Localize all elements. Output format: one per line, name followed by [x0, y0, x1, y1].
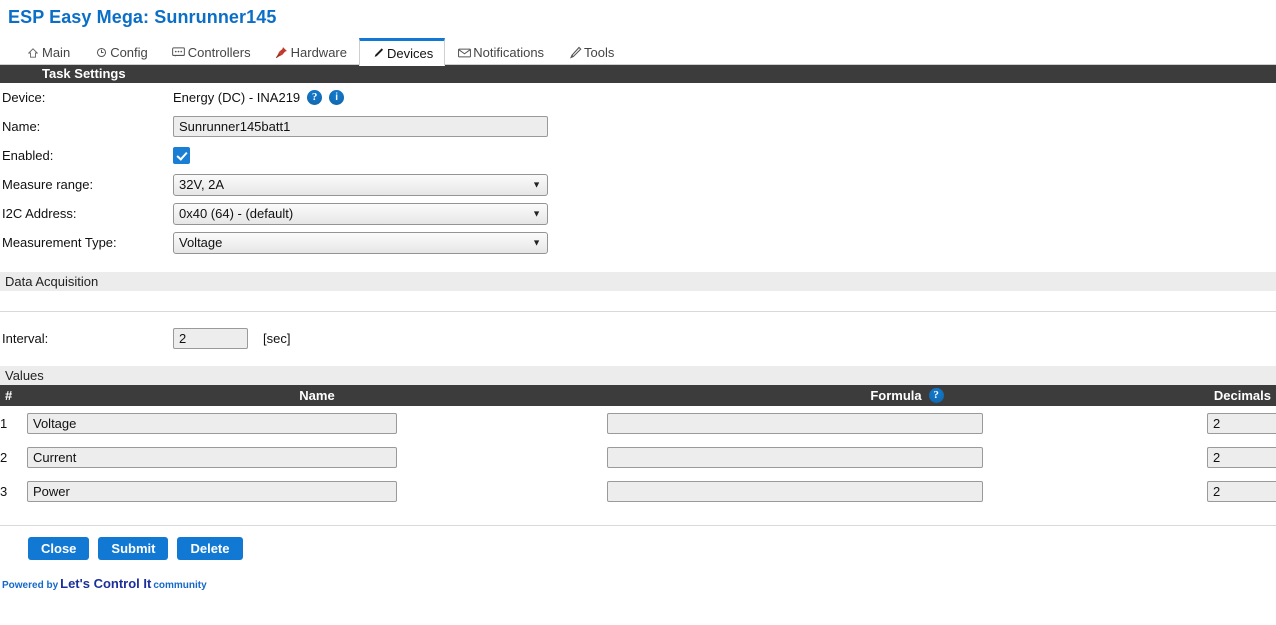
tab-devices-label: Devices: [386, 45, 434, 61]
i2c-address-value: 0x40 (64) - (default): [179, 206, 294, 221]
value-decimals-input[interactable]: [1207, 480, 1276, 502]
task-settings-section-header: Task Settings: [0, 65, 1276, 83]
chevron-down-icon: ▼: [532, 179, 541, 189]
measurement-type-value: Voltage: [179, 235, 223, 250]
name-row: Name:: [0, 112, 1276, 141]
chevron-down-icon: ▼: [532, 208, 541, 218]
measure-range-row: Measure range: 32V, 2A ▼: [0, 170, 1276, 199]
tab-tools-label: Tools: [584, 45, 615, 60]
footer-powered-by: Powered by: [2, 580, 59, 591]
row-number: 2: [0, 449, 8, 465]
interval-label: Interval:: [2, 331, 49, 346]
device-row: Device: Energy (DC) - INA219 ? i: [0, 83, 1276, 112]
measurement-type-select[interactable]: Voltage ▼: [173, 231, 548, 254]
column-header-formula: Formula ?: [607, 385, 1207, 406]
measure-range-value: 32V, 2A: [179, 177, 225, 192]
column-header-formula-label: Formula: [870, 388, 922, 403]
enabled-row: Enabled:: [0, 141, 1276, 170]
column-header-number: #: [0, 385, 27, 406]
enabled-label: Enabled:: [2, 148, 54, 163]
measure-range-select[interactable]: 32V, 2A ▼: [173, 173, 548, 196]
chat-box-icon: [172, 46, 186, 59]
name-input[interactable]: [173, 116, 548, 137]
envelope-icon: [457, 46, 471, 59]
value-formula-input[interactable]: [607, 480, 983, 502]
tab-devices[interactable]: Devices: [358, 38, 446, 66]
value-name-input[interactable]: [27, 412, 397, 434]
column-header-decimals: Decimals: [1207, 385, 1276, 406]
tab-config[interactable]: Config: [82, 39, 160, 65]
measurement-type-label: Measurement Type:: [2, 235, 117, 250]
tab-tools[interactable]: Tools: [556, 39, 626, 65]
i2c-address-label: I2C Address:: [2, 206, 77, 221]
pushpin-icon: [275, 46, 289, 59]
i2c-address-select[interactable]: 0x40 (64) - (default) ▼: [173, 202, 548, 225]
table-row: 1: [0, 406, 1276, 440]
delete-button[interactable]: Delete: [177, 537, 243, 560]
wrench-pen-icon: [568, 46, 582, 59]
main-navigation-tabs: Main Config Controllers Hardware Devices: [0, 38, 1276, 66]
value-decimals-input[interactable]: [1207, 412, 1276, 434]
formula-help-icon[interactable]: ?: [928, 388, 944, 403]
data-acquisition-section-header: Data Acquisition: [0, 272, 1276, 291]
tab-hardware[interactable]: Hardware: [263, 39, 359, 65]
value-decimals-input[interactable]: [1207, 446, 1276, 468]
tab-main[interactable]: Main: [14, 39, 82, 65]
close-button[interactable]: Close: [28, 537, 90, 560]
page-title: ESP Easy Mega: Sunrunner145: [8, 7, 277, 27]
table-row: 3: [0, 474, 1276, 508]
form-actions: Close Submit Delete: [0, 526, 1276, 560]
footer-community: community: [153, 580, 207, 591]
gear-icon: [94, 46, 108, 59]
tab-controllers-label: Controllers: [187, 45, 251, 60]
interval-unit: [sec]: [263, 331, 291, 346]
values-section-header: Values: [0, 366, 1276, 385]
tab-config-label: Config: [110, 45, 148, 60]
footer: Powered by Let's Control It community: [0, 560, 1276, 591]
device-info-icon[interactable]: i: [329, 90, 345, 105]
measure-range-label: Measure range:: [2, 177, 94, 192]
row-number: 1: [0, 415, 8, 431]
footer-brand-link[interactable]: Let's Control It: [60, 576, 151, 591]
tab-hardware-label: Hardware: [290, 45, 347, 60]
chevron-down-icon: ▼: [532, 237, 541, 247]
i2c-address-row: I2C Address: 0x40 (64) - (default) ▼: [0, 199, 1276, 228]
submit-button[interactable]: Submit: [98, 537, 169, 560]
tab-controllers[interactable]: Controllers: [160, 39, 263, 65]
pen-icon: [371, 47, 385, 60]
tab-notifications[interactable]: Notifications: [445, 39, 556, 65]
value-name-input[interactable]: [27, 480, 397, 502]
name-label: Name:: [2, 119, 41, 134]
enabled-checkbox[interactable]: [173, 147, 190, 164]
device-label: Device:: [2, 90, 46, 105]
column-header-name: Name: [27, 385, 607, 406]
interval-input[interactable]: [173, 328, 248, 349]
device-value: Energy (DC) - INA219: [173, 90, 301, 105]
tab-main-label: Main: [42, 45, 71, 60]
values-table-body: 1 2 3: [0, 406, 1276, 508]
table-row: 2: [0, 440, 1276, 474]
interval-row: Interval: [sec]: [0, 324, 1276, 353]
value-formula-input[interactable]: [607, 446, 983, 468]
home-icon: [26, 46, 40, 59]
device-help-icon[interactable]: ?: [307, 90, 323, 105]
row-number: 3: [0, 483, 8, 499]
measurement-type-row: Measurement Type: Voltage ▼: [0, 228, 1276, 257]
value-name-input[interactable]: [27, 446, 397, 468]
tab-notifications-label: Notifications: [473, 45, 545, 60]
value-formula-input[interactable]: [607, 412, 983, 434]
values-table-header-row: # Name Formula ? Decimals: [0, 385, 1276, 406]
task-settings-form: Device: Energy (DC) - INA219 ? i Name: E…: [0, 83, 1276, 257]
values-table: # Name Formula ? Decimals 1 Voltage 2 2 …: [0, 385, 1276, 508]
